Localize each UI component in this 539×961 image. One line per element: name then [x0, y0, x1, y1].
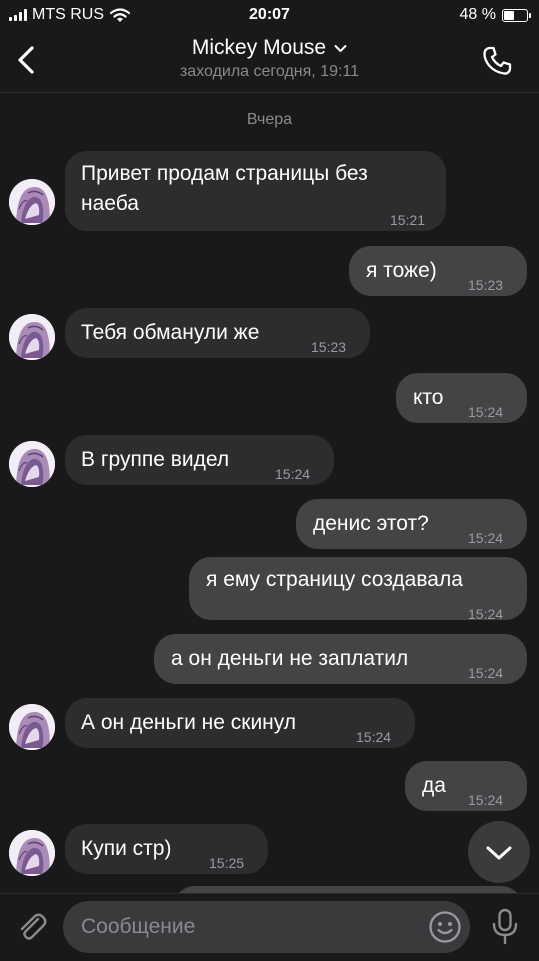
last-seen: заходила сегодня, 19:11: [179, 63, 360, 80]
message-time: 15:21: [390, 212, 426, 228]
status-right: 48 %: [459, 6, 531, 24]
avatar[interactable]: [9, 314, 55, 360]
message-text: я тоже): [366, 259, 437, 282]
message-time: 15:24: [275, 466, 311, 482]
phone-icon[interactable]: [481, 45, 513, 77]
contact-title[interactable]: Mickey Mouse: [192, 36, 347, 60]
message-time: 15:24: [468, 606, 504, 622]
message-text: В группе видел: [81, 448, 230, 471]
incoming-message[interactable]: В группе видел 15:24: [65, 435, 334, 485]
message-text: я ему страницу создавала: [206, 568, 463, 591]
avatar[interactable]: [9, 704, 55, 750]
paperclip-icon[interactable]: [16, 910, 48, 944]
message-time: 15:24: [468, 404, 504, 420]
message-time: 15:25: [209, 855, 245, 871]
message-placeholder: Сообщение: [81, 915, 196, 938]
message-time: 15:24: [468, 530, 504, 546]
message-text: кто: [413, 386, 444, 409]
battery-icon: [502, 8, 531, 22]
message-list[interactable]: Вчера Привет продам страницы без наеба 15…: [0, 93, 539, 893]
date-separator: Вчера: [246, 111, 293, 128]
outgoing-message[interactable]: я ему страницу создавала 15:24: [189, 557, 527, 622]
message-text: денис этот?: [313, 512, 429, 535]
outgoing-message-partial[interactable]: [173, 886, 523, 893]
avatar[interactable]: [9, 179, 55, 225]
battery-level: [504, 10, 514, 20]
outgoing-message[interactable]: кто 15:24: [396, 373, 527, 423]
message-text: а он деньги не заплатил: [171, 647, 409, 670]
message-time: 15:23: [468, 277, 504, 293]
incoming-message[interactable]: А он деньги не скинул 15:24: [65, 698, 415, 748]
message-time: 15:24: [356, 729, 392, 745]
status-bar: MTS RUS 20:07 48 %: [0, 0, 539, 30]
message-text: А он деньги не скинул: [81, 711, 297, 734]
message-time: 15:24: [468, 665, 504, 681]
chat-header: Mickey Mouse заходила сегодня, 19:11: [0, 30, 539, 93]
outgoing-message[interactable]: а он деньги не заплатил 15:24: [154, 634, 527, 684]
message-text: Тебя обманули же: [81, 321, 260, 344]
message-text: Купи стр): [81, 837, 172, 860]
status-time: 20:07: [249, 6, 290, 23]
incoming-message[interactable]: Привет продам страницы без наеба 15:21: [65, 151, 446, 231]
contact-name: Mickey Mouse: [191, 36, 327, 59]
outgoing-message[interactable]: да 15:24: [405, 761, 527, 811]
composer: Сообщение: [0, 893, 539, 961]
chevron-down-icon: [334, 44, 347, 52]
outgoing-message[interactable]: денис этот? 15:24: [296, 499, 527, 549]
scroll-down-button[interactable]: [468, 821, 530, 883]
message-time: 15:24: [468, 792, 504, 808]
outgoing-message[interactable]: я тоже) 15:23: [349, 246, 527, 296]
incoming-message[interactable]: Купи стр) 15:25: [65, 824, 268, 874]
contact-info[interactable]: Mickey Mouse заходила сегодня, 19:11: [0, 36, 539, 81]
message-time: 15:23: [311, 339, 347, 355]
battery-percent: 48 %: [459, 6, 496, 23]
message-text: Привет продам страницы без наеба: [81, 162, 368, 215]
avatar[interactable]: [9, 441, 55, 487]
incoming-message[interactable]: Тебя обманули же 15:23: [65, 308, 370, 358]
microphone-icon[interactable]: [490, 908, 520, 946]
avatar[interactable]: [9, 830, 55, 876]
message-input[interactable]: Сообщение: [63, 901, 470, 953]
message-text: да: [422, 774, 446, 797]
smile-icon[interactable]: [428, 910, 462, 944]
chevron-down-icon: [486, 846, 512, 860]
